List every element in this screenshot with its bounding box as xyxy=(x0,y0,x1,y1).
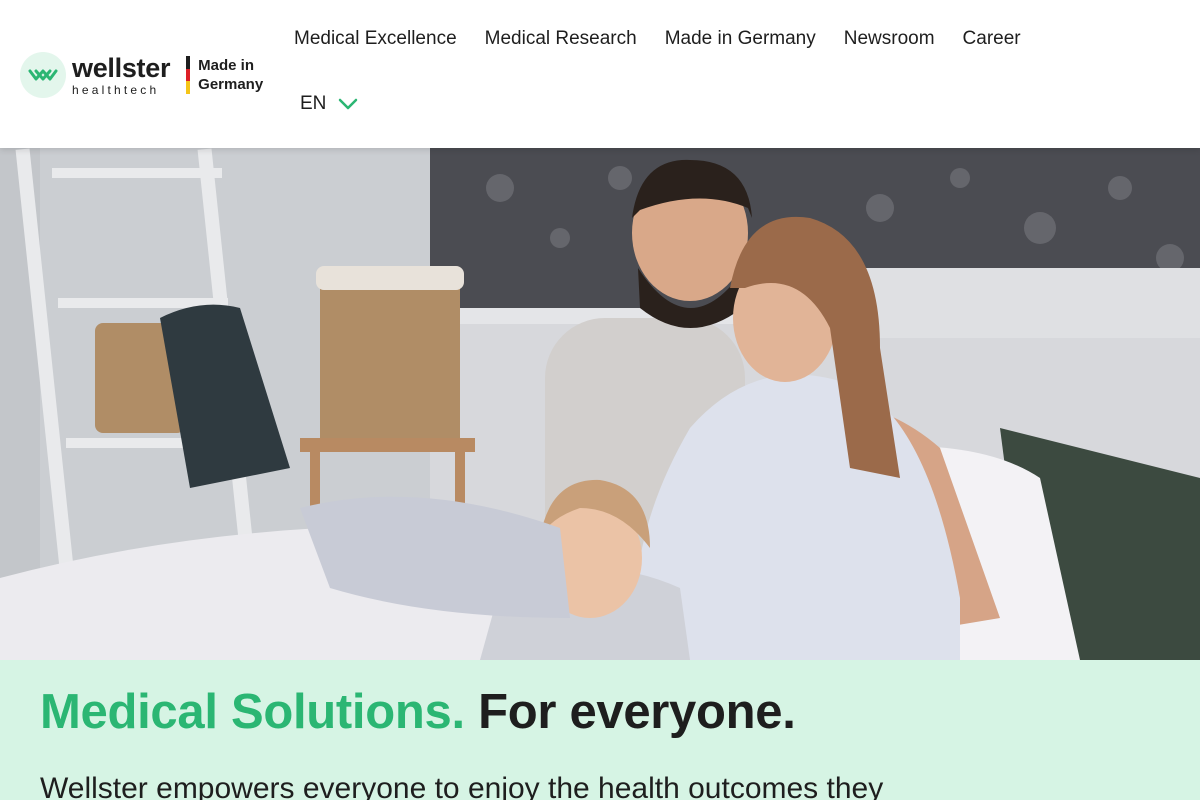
family-photo xyxy=(0,148,1200,660)
language-selector[interactable]: EN xyxy=(300,93,358,115)
german-flag-icon xyxy=(186,56,191,95)
wellster-logo[interactable]: wellster healthtech Made in Germany xyxy=(20,52,272,98)
logo-wordmark: wellster healthtech xyxy=(72,52,171,97)
logo-name: wellster xyxy=(72,52,171,83)
headline-accent: Medical Solutions. xyxy=(40,685,465,739)
headline-rest: For everyone. xyxy=(478,685,796,739)
nav-newsroom[interactable]: Newsroom xyxy=(844,28,935,50)
chevron-down-icon xyxy=(339,98,358,110)
intro-headline: Medical Solutions. For everyone. xyxy=(40,684,796,740)
logo-subtitle: healthtech xyxy=(72,82,160,97)
nav-medical-excellence[interactable]: Medical Excellence xyxy=(294,28,457,50)
nav-career[interactable]: Career xyxy=(963,28,1021,50)
site-header: wellster healthtech Made in Germany Medi… xyxy=(0,0,1200,148)
intro-lead-text: Wellster empowers everyone to enjoy the … xyxy=(40,772,884,800)
wellster-logo-icon xyxy=(20,52,66,98)
main-navigation: Medical Excellence Medical Research Made… xyxy=(294,28,1049,50)
language-label: EN xyxy=(300,93,327,114)
made-in-germany-badge: Made in Germany xyxy=(198,57,264,93)
intro-section: Medical Solutions. For everyone. Wellste… xyxy=(0,660,1200,800)
nav-medical-research[interactable]: Medical Research xyxy=(485,28,637,50)
hero-image xyxy=(0,148,1200,660)
nav-made-in-germany[interactable]: Made in Germany xyxy=(665,28,816,50)
